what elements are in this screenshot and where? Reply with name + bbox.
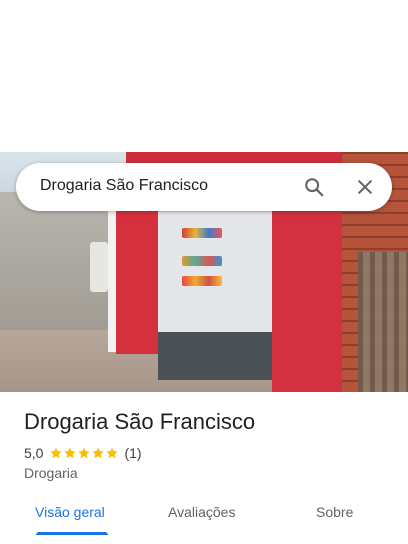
- tab-bar: Visão geral Avaliações Sobre: [0, 498, 408, 538]
- tab-about[interactable]: Sobre: [316, 504, 353, 520]
- star-icon: [106, 447, 119, 459]
- place-page: Drogaria São Francisco Drogaria São Fran…: [0, 0, 408, 544]
- star-icon: [92, 447, 105, 459]
- rating-row[interactable]: 5,0 (1): [24, 444, 142, 462]
- tab-overview[interactable]: Visão geral: [35, 504, 105, 520]
- star-icon: [50, 447, 63, 459]
- review-count[interactable]: (1): [124, 445, 141, 461]
- search-input[interactable]: Drogaria São Francisco: [40, 177, 208, 195]
- rating-stars: [49, 446, 119, 460]
- star-icon: [64, 447, 77, 459]
- search-icon[interactable]: [302, 175, 326, 199]
- photo-shelf: [182, 256, 222, 266]
- photo-wall: [0, 192, 112, 352]
- photo-shelf: [182, 276, 222, 286]
- photo-red-door-left: [116, 192, 158, 354]
- close-icon[interactable]: [353, 175, 377, 199]
- photo-shelf: [182, 228, 222, 238]
- active-tab-indicator: [36, 532, 108, 535]
- photo-fence: [358, 252, 408, 392]
- rating-value: 5,0: [24, 445, 44, 461]
- star-icon: [78, 447, 91, 459]
- photo-red-door-right: [272, 192, 342, 392]
- place-name: Drogaria São Francisco: [24, 409, 256, 434]
- search-bar[interactable]: Drogaria São Francisco: [16, 163, 392, 211]
- photo-floor: [158, 332, 272, 380]
- place-category: Drogaria: [24, 465, 78, 481]
- tab-reviews[interactable]: Avaliações: [168, 504, 235, 520]
